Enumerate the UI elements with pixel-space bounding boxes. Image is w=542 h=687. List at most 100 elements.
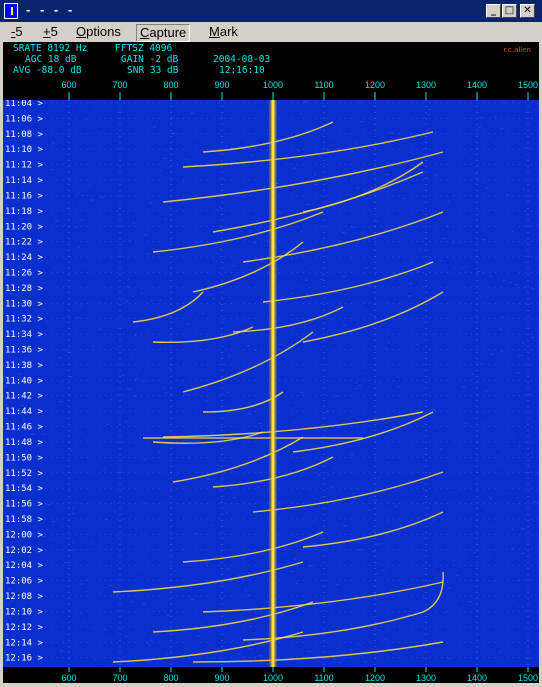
noise-speck (251, 188, 254, 190)
noise-speck (26, 605, 31, 607)
noise-speck (166, 614, 170, 616)
noise-speck (69, 623, 73, 625)
minimize-button[interactable]: _ (486, 4, 501, 18)
noise-speck (465, 491, 469, 493)
noise-speck (517, 391, 519, 393)
noise-speck (240, 411, 242, 413)
noise-speck (527, 102, 530, 104)
noise-speck (67, 276, 70, 278)
noise-speck (265, 332, 268, 334)
noise-speck (80, 612, 82, 614)
noise-speck (124, 420, 128, 422)
noise-speck (337, 520, 342, 522)
noise-speck (121, 374, 125, 376)
noise-speck (159, 299, 162, 301)
noise-speck (452, 242, 455, 244)
noise-speck (473, 554, 478, 556)
menu-plus5[interactable]: +5 (40, 24, 61, 40)
noise-speck (70, 549, 74, 551)
noise-speck (520, 552, 525, 554)
noise-speck (511, 433, 513, 435)
noise-speck (479, 510, 484, 512)
noise-speck (294, 558, 297, 560)
app-icon[interactable] (4, 3, 18, 19)
noise-speck (318, 567, 321, 569)
noise-speck (366, 497, 368, 499)
noise-speck (373, 548, 377, 550)
noise-speck (484, 390, 488, 392)
noise-speck (422, 243, 424, 245)
noise-speck (355, 143, 358, 145)
noise-speck (419, 248, 421, 250)
noise-speck (116, 340, 119, 342)
noise-speck (145, 253, 150, 255)
noise-speck (180, 394, 183, 396)
noise-speck (276, 268, 279, 270)
noise-speck (205, 368, 208, 370)
noise-speck (149, 556, 153, 558)
freq-tick-label-top: 1500 (518, 80, 538, 90)
noise-speck (533, 501, 537, 503)
noise-speck (219, 207, 221, 208)
noise-speck (503, 123, 506, 125)
time-label: 11:16 > (5, 191, 44, 201)
noise-speck (365, 304, 368, 306)
noise-speck (60, 381, 63, 383)
noise-speck (229, 297, 232, 299)
noise-speck (448, 440, 450, 442)
noise-speck (280, 397, 284, 399)
noise-speck (44, 592, 48, 594)
noise-speck (247, 570, 251, 572)
noise-speck (425, 590, 428, 592)
noise-speck (524, 286, 526, 288)
noise-speck (366, 636, 369, 638)
spectrogram-display: SRATE 8192 Hz FFTSZ 4096 AGC 18 dB GAIN … (3, 42, 539, 683)
noise-speck (41, 555, 43, 557)
noise-speck (164, 319, 169, 320)
noise-speck (42, 536, 46, 538)
noise-speck (258, 423, 262, 425)
noise-speck (352, 493, 355, 494)
noise-speck (412, 114, 415, 116)
noise-speck (296, 649, 299, 650)
noise-speck (450, 565, 453, 567)
noise-speck (457, 525, 461, 527)
noise-speck (499, 587, 503, 589)
noise-speck (458, 494, 460, 496)
noise-speck (187, 323, 190, 325)
noise-speck (17, 373, 21, 375)
close-button[interactable]: ✕ (520, 4, 535, 18)
noise-speck (395, 584, 400, 586)
noise-speck (205, 400, 209, 402)
noise-speck (528, 393, 531, 395)
noise-speck (94, 602, 97, 604)
noise-speck (222, 615, 225, 617)
time-label: 11:04 > (5, 99, 44, 109)
noise-speck (295, 661, 299, 663)
noise-speck (54, 645, 58, 647)
noise-speck (465, 251, 469, 253)
noise-speck (128, 239, 131, 241)
noise-speck (288, 529, 292, 531)
noise-speck (527, 308, 531, 310)
menu-mark[interactable]: Mark (206, 24, 241, 40)
noise-speck (97, 524, 100, 526)
maximize-button[interactable]: □ (502, 4, 517, 18)
noise-speck (117, 188, 120, 190)
noise-speck (387, 521, 390, 523)
noise-speck (303, 101, 308, 103)
noise-speck (350, 454, 355, 455)
noise-speck (234, 480, 239, 482)
noise-speck (460, 266, 463, 268)
noise-speck (108, 563, 112, 564)
noise-speck (75, 226, 79, 228)
noise-speck (292, 167, 297, 169)
noise-speck (355, 382, 358, 384)
noise-speck (520, 528, 525, 530)
menu-capture[interactable]: Capture (136, 24, 191, 42)
noise-speck (16, 187, 20, 189)
noise-speck (232, 497, 237, 499)
menu-options[interactable]: Options (73, 24, 124, 40)
noise-speck (259, 146, 264, 148)
menu-minus5[interactable]: -5 (8, 24, 26, 40)
